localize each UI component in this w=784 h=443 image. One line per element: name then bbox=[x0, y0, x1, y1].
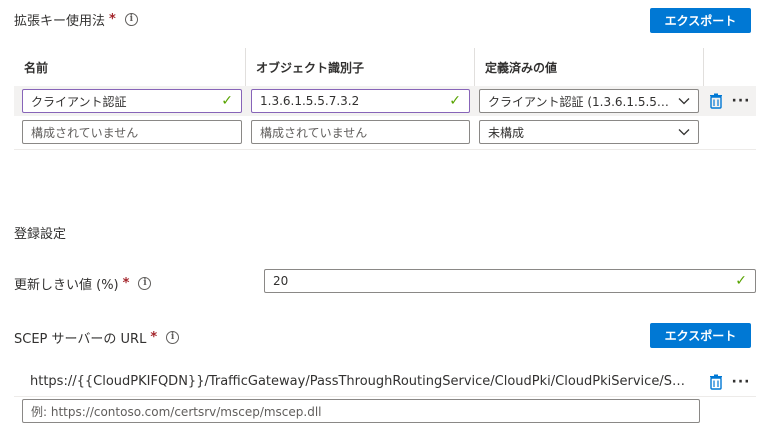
info-icon[interactable]: i bbox=[138, 277, 152, 290]
renewal-threshold-input[interactable]: 20 ✓ bbox=[264, 269, 756, 293]
checkmark-icon: ✓ bbox=[735, 273, 747, 289]
name-placeholder: 構成されていません bbox=[31, 125, 139, 140]
oid-input[interactable]: 1.3.6.1.5.5.7.3.2 ✓ bbox=[251, 89, 470, 113]
required-mark: * bbox=[122, 276, 130, 291]
certificate-settings-page: 拡張キー使用法 * i エクスポート 名前 オブジェクト識別子 定義済みの値 ク… bbox=[0, 0, 784, 443]
enrollment-settings-heading: 登録設定 bbox=[14, 227, 67, 242]
scep-url-label: SCEP サーバーの URL * i bbox=[14, 328, 180, 347]
info-icon[interactable]: i bbox=[166, 331, 180, 344]
scep-url-value: https://{{CloudPKIFQDN}}/TrafficGateway/… bbox=[30, 374, 690, 389]
eku-table-header: 名前 オブジェクト識別子 定義済みの値 bbox=[14, 48, 756, 86]
scep-url-placeholder: 例: https://contoso.com/certsrv/mscep/msc… bbox=[31, 404, 322, 419]
checkmark-icon: ✓ bbox=[449, 93, 461, 109]
predefined-value: クライアント認証 (1.3.6.1.5.5.… bbox=[488, 94, 672, 109]
export-button[interactable]: エクスポート bbox=[650, 8, 751, 33]
predefined-value: 未構成 bbox=[488, 125, 525, 140]
name-value: クライアント認証 bbox=[31, 94, 127, 109]
predefined-value-select[interactable]: クライアント認証 (1.3.6.1.5.5.… bbox=[479, 89, 699, 113]
extended-key-usage-title: 拡張キー使用法 bbox=[14, 14, 106, 29]
name-input[interactable]: クライアント認証 ✓ bbox=[22, 89, 242, 113]
renewal-threshold-value: 20 bbox=[273, 274, 289, 288]
name-input[interactable]: 構成されていません bbox=[22, 120, 242, 144]
chevron-down-icon bbox=[678, 98, 690, 105]
more-icon[interactable]: ··· bbox=[730, 373, 752, 391]
column-header-oid: オブジェクト識別子 bbox=[246, 48, 475, 86]
scep-url-title: SCEP サーバーの URL bbox=[14, 332, 147, 347]
column-header-predefined: 定義済みの値 bbox=[475, 48, 704, 86]
more-icon[interactable]: ··· bbox=[730, 92, 752, 110]
predefined-value-select[interactable]: 未構成 bbox=[479, 120, 699, 144]
export-button[interactable]: エクスポート bbox=[650, 323, 751, 348]
chevron-down-icon bbox=[678, 129, 690, 136]
oid-value: 1.3.6.1.5.5.7.3.2 bbox=[260, 94, 360, 108]
oid-placeholder: 構成されていません bbox=[260, 125, 368, 140]
required-mark: * bbox=[109, 12, 116, 27]
extended-key-usage-label: 拡張キー使用法 * i bbox=[14, 10, 138, 29]
renewal-threshold-title: 更新しきい値 (%) bbox=[14, 278, 119, 293]
required-mark: * bbox=[150, 330, 158, 345]
trash-icon[interactable] bbox=[708, 92, 724, 110]
trash-icon[interactable] bbox=[708, 373, 724, 391]
scep-url-input[interactable]: 例: https://contoso.com/certsrv/mscep/msc… bbox=[22, 399, 700, 423]
column-header-name: 名前 bbox=[14, 48, 246, 86]
renewal-threshold-label: 更新しきい値 (%) * i bbox=[14, 274, 152, 293]
info-icon[interactable]: i bbox=[124, 13, 138, 26]
checkmark-icon: ✓ bbox=[221, 93, 233, 109]
oid-input[interactable]: 構成されていません bbox=[251, 120, 470, 144]
